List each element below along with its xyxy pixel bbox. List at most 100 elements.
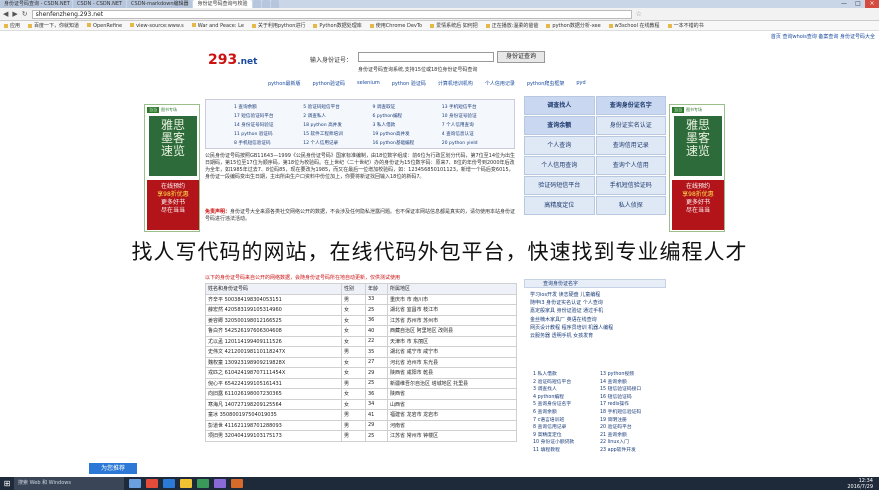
close-button[interactable]: ×	[865, 0, 879, 8]
bookmark-item[interactable]: OpenRefine	[87, 23, 122, 29]
service-link[interactable]: 1 查询余额	[234, 104, 300, 112]
service-link[interactable]: 18 python 高并发	[303, 122, 369, 130]
service-link[interactable]: 5 验证码短信平台	[303, 104, 369, 112]
bookmark-item[interactable]: 正在播放:温柔的爸爸	[486, 22, 539, 29]
related-link-row[interactable]: 网页设计教程 程序员培训 机器人编程	[530, 324, 666, 332]
service-link[interactable]: 8 手机短信验证码	[234, 140, 300, 148]
bookmark-item[interactable]: 应用	[4, 22, 20, 29]
ranked-link[interactable]: 1 私人借款	[533, 371, 598, 379]
ranked-link[interactable]: 15 短信验证码接口	[600, 386, 665, 394]
edge-icon[interactable]	[163, 479, 175, 488]
service-link[interactable]: 12 个人信用记录	[303, 140, 369, 148]
ranked-link[interactable]: 10 身份证小额贷款	[533, 439, 598, 447]
windows-start-icon[interactable]: ⊞	[0, 477, 14, 490]
search-button[interactable]: 身份证查询	[497, 51, 545, 63]
taskbar-search[interactable]: 搜索 Web 和 Windows	[14, 477, 124, 490]
service-link[interactable]: 16 python基础编程	[373, 140, 439, 148]
service-button[interactable]: 查询信用记录	[595, 136, 666, 155]
ranked-link[interactable]: 11 填程教程	[533, 447, 598, 455]
service-link[interactable]: 19 python高并发	[373, 131, 439, 139]
nav-link[interactable]: 个人信用记录	[485, 80, 515, 87]
related-link-row[interactable]: 学习ios开发 读志硬盘 儿童编程	[530, 291, 666, 299]
service-button[interactable]: 验证码短信平台	[524, 176, 595, 195]
service-link[interactable]: 7 个人信用查询	[442, 122, 508, 130]
service-link[interactable]: 2 调查私人	[303, 113, 369, 121]
ranked-link[interactable]: 23 app软件开发	[600, 447, 665, 455]
file-explorer-icon[interactable]	[180, 479, 192, 488]
ranked-link[interactable]: 2 验证码短信平台	[533, 379, 598, 387]
ranked-link[interactable]: 22 linux入门	[600, 439, 665, 447]
service-button[interactable]: 身份证实名认证	[595, 116, 666, 135]
reload-icon[interactable]: ↻	[22, 10, 28, 18]
service-link[interactable]: 15 软件工程师培训	[303, 131, 369, 139]
ranked-link[interactable]: 7 c语言培训班	[533, 417, 598, 425]
related-link-row[interactable]: 金丝楠木家具厂 英语在线查询	[530, 316, 666, 324]
recommend-button[interactable]: 为您推荐	[89, 463, 137, 474]
ranked-link[interactable]: 5 查询身份证名字	[533, 401, 598, 409]
nav-link[interactable]: pyd	[576, 80, 585, 87]
id-search-input[interactable]	[358, 52, 494, 62]
browser-tab[interactable]	[252, 0, 261, 8]
top-links[interactable]: 首页 查询whois查询 备案查询 身份证号码大全	[771, 33, 875, 40]
browser-tab[interactable]	[261, 0, 270, 8]
service-button[interactable]: 手机短信验证码	[595, 176, 666, 195]
ranked-link[interactable]: 21 查询余额	[600, 432, 665, 440]
ranked-link[interactable]: 6 查询余额	[533, 409, 598, 417]
left-book-ad[interactable]: 当当 图书专场 雅思 墨客 速览 在线预约 享98折优惠 更多好书 尽在当当	[144, 104, 200, 232]
back-icon[interactable]: ◀	[3, 10, 8, 18]
service-link[interactable]: 3 私人借款	[373, 122, 439, 130]
maximize-button[interactable]: □	[851, 0, 865, 8]
app-icon[interactable]	[214, 479, 226, 488]
related-link-row[interactable]: 嘉定般家具 身份证验证 通过手机	[530, 307, 666, 315]
nav-link[interactable]: python最新版	[268, 80, 301, 87]
service-link[interactable]: 4 查询信息认证	[442, 131, 508, 139]
browser-tab[interactable]: CSDN-markdown编辑器	[127, 0, 193, 8]
service-link[interactable]: 20 python yield	[442, 140, 508, 148]
bookmark-item[interactable]: view-source:www.s	[130, 23, 184, 29]
service-button[interactable]: 个人信用查询	[524, 156, 595, 175]
ranked-link[interactable]: 18 手机短信验证码	[600, 409, 665, 417]
service-button[interactable]: 调查找人	[524, 96, 595, 115]
bookmark-item[interactable]: 爱情系统后 如何把	[430, 22, 478, 29]
ranked-link[interactable]: 4 python编程	[533, 394, 598, 402]
bookmark-item[interactable]: 一本不错的书	[668, 22, 704, 29]
nav-link[interactable]: python 验证码	[392, 80, 426, 87]
browser-tab[interactable]: CSDN - CSDN.NET	[73, 0, 127, 8]
bookmark-item[interactable]: 百度一下，你就知道	[28, 22, 79, 29]
bookmark-item[interactable]: python数据分析-xee	[546, 22, 600, 29]
bookmark-item[interactable]: w3school 在线教程	[609, 22, 660, 29]
ranked-link[interactable]: 16 短信验证码	[600, 394, 665, 402]
ranked-link[interactable]: 3 调查找人	[533, 386, 598, 394]
calc-section-header[interactable]: 查询身份证名字	[524, 279, 666, 288]
ranked-link[interactable]: 8 查询信用记录	[533, 424, 598, 432]
bookmark-item[interactable]: Python数据处理库	[313, 22, 361, 29]
service-button[interactable]: 查询余额	[524, 116, 595, 135]
service-link[interactable]: 13 手机短信平台	[442, 104, 508, 112]
url-input[interactable]: shenfenzheng.293.net	[31, 9, 632, 19]
browser-tab[interactable]: 身份证号码查询 - CSDN.NET	[0, 0, 72, 8]
service-button[interactable]: 高精度定位	[524, 196, 595, 215]
site-logo[interactable]: 293.net	[208, 52, 257, 68]
taskbar-clock[interactable]: 12:34 2016/7/29	[847, 478, 879, 490]
service-link[interactable]: 14 身份证号码验证	[234, 122, 300, 130]
nav-link[interactable]: selenium	[357, 80, 380, 87]
related-link-row[interactable]: 云服务器 透明手机 女孩发育	[530, 332, 666, 340]
ranked-link[interactable]: 14 查询余额	[600, 379, 665, 387]
minimize-button[interactable]: —	[837, 0, 851, 8]
ranked-link[interactable]: 13 python视频	[600, 371, 665, 379]
service-link[interactable]: 10 身份证号验证	[442, 113, 508, 121]
bookmark-item[interactable]: 关于利用python进行	[252, 22, 306, 29]
service-button[interactable]: 查询个人信用	[595, 156, 666, 175]
app-icon[interactable]	[231, 479, 243, 488]
browser-tab-active[interactable]: 身份证号码查询与校验	[193, 0, 252, 8]
bookmark-item[interactable]: 使用Chrome DevTo	[370, 22, 422, 29]
task-view-icon[interactable]	[129, 479, 141, 488]
service-link[interactable]: 17 短信验证码平台	[234, 113, 300, 121]
chrome-icon[interactable]	[146, 479, 158, 488]
nav-link[interactable]: python验证码	[313, 80, 346, 87]
service-button[interactable]: 个人查询	[524, 136, 595, 155]
ranked-link[interactable]: 17 redis操作	[600, 401, 665, 409]
ranked-link[interactable]: 20 验证码平台	[600, 424, 665, 432]
service-link[interactable]: 11 python 验证码	[234, 131, 300, 139]
forward-icon[interactable]: ▶	[12, 10, 17, 18]
